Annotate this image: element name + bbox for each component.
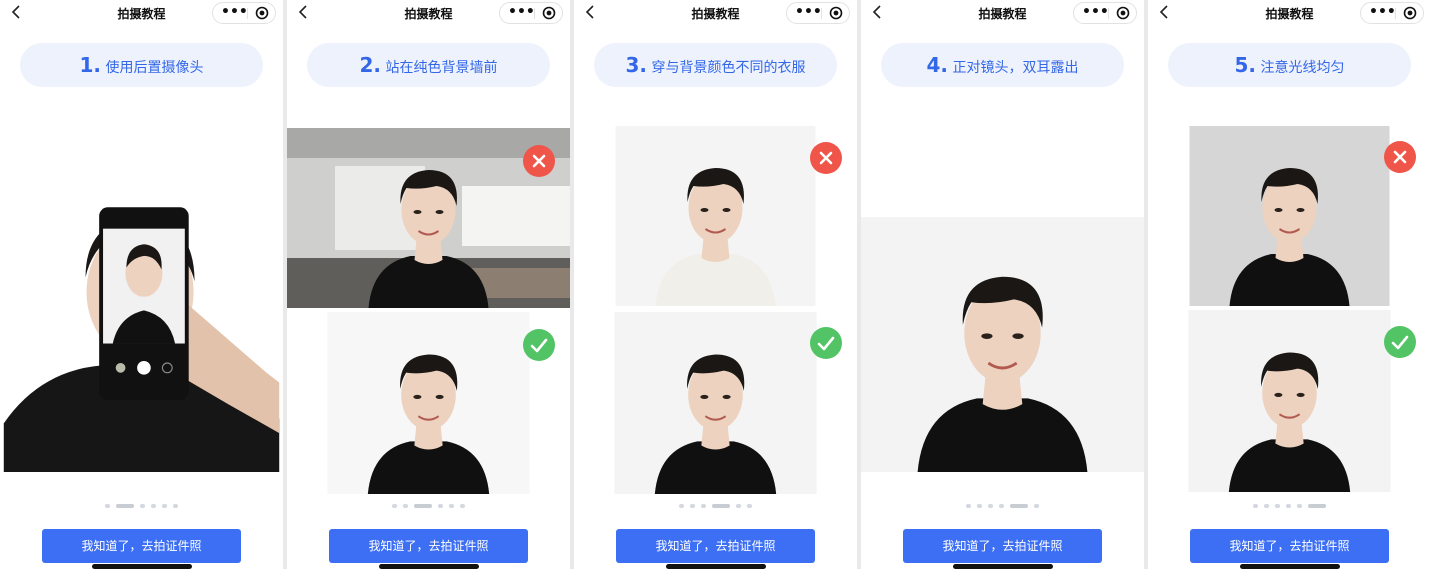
indicator-dot [116, 504, 134, 508]
indicator-dot [736, 504, 741, 508]
home-indicator [953, 564, 1053, 569]
cross-icon [1384, 141, 1416, 173]
more-button[interactable]: ••• [795, 3, 822, 23]
indicator-dot [414, 504, 432, 508]
indicator-dot [747, 504, 752, 508]
page-indicator [287, 504, 570, 512]
page-indicator [861, 504, 1144, 512]
confirm-button[interactable]: 我知道了，去拍证件照 [616, 529, 815, 563]
tutorial-step-4: 拍摄教程 ••• 4. 正对镜头，双耳露出 我知道了，去拍证件照 [861, 0, 1144, 569]
indicator-dot [105, 504, 110, 508]
home-indicator [1240, 564, 1340, 569]
indicator-dot [966, 504, 971, 508]
tutorial-step-1: 拍摄教程 ••• 1. 使用后置摄像头 我知道了，去拍证件照 [0, 0, 283, 569]
indicator-dot [1275, 504, 1280, 508]
indicator-dot [151, 504, 156, 508]
indicator-dot [403, 504, 408, 508]
indicator-dot [690, 504, 695, 508]
step-number: 5. [1234, 53, 1257, 77]
record-icon[interactable] [542, 6, 556, 20]
confirm-button[interactable]: 我知道了，去拍证件照 [903, 529, 1102, 563]
navigation-bar: 拍摄教程 ••• [0, 0, 283, 26]
home-indicator [379, 564, 479, 569]
divider [534, 8, 535, 19]
step-text: 注意光线均匀 [1260, 60, 1345, 76]
check-icon [1384, 326, 1416, 358]
page-indicator [574, 504, 857, 512]
step-text: 使用后置摄像头 [105, 60, 204, 76]
divider [1395, 8, 1396, 19]
home-indicator [666, 564, 766, 569]
step-text: 站在纯色背景墙前 [385, 60, 498, 76]
indicator-dot [1010, 504, 1028, 508]
tutorial-step-5: 拍摄教程 ••• 5. 注意光线均匀 我知道了，去拍证件照 [1148, 0, 1431, 569]
indicator-dot [140, 504, 145, 508]
divider [821, 8, 822, 19]
indicator-dot [162, 504, 167, 508]
confirm-button[interactable]: 我知道了，去拍证件照 [42, 529, 241, 563]
indicator-dot [679, 504, 684, 508]
example-photo [861, 148, 1144, 472]
more-button[interactable]: ••• [1082, 3, 1109, 23]
record-icon[interactable] [1403, 6, 1417, 20]
indicator-dot [173, 504, 178, 508]
step-number: 3. [625, 53, 648, 77]
check-icon [523, 329, 555, 361]
miniapp-capsule: ••• [786, 2, 850, 24]
miniapp-capsule: ••• [1360, 2, 1424, 24]
tutorial-step-2: 拍摄教程 ••• 2. 站在纯色背景墙前 我知道了，去拍证件照 [287, 0, 570, 569]
indicator-dot [1034, 504, 1039, 508]
indicator-dot [999, 504, 1004, 508]
step-text: 正对镜头，双耳露出 [952, 60, 1079, 76]
step-number: 1. [79, 53, 102, 77]
miniapp-capsule: ••• [499, 2, 563, 24]
step-heading: 4. 正对镜头，双耳露出 [881, 43, 1124, 87]
record-icon[interactable] [829, 6, 843, 20]
record-icon[interactable] [1116, 6, 1130, 20]
step-heading: 5. 注意光线均匀 [1168, 43, 1411, 87]
indicator-dot [392, 504, 397, 508]
page-indicator [0, 504, 283, 512]
step-number: 2. [359, 53, 382, 77]
step-heading: 3. 穿与背景颜色不同的衣服 [594, 43, 837, 87]
navigation-bar: 拍摄教程 ••• [1148, 0, 1431, 26]
indicator-dot [438, 504, 443, 508]
step-text: 穿与背景颜色不同的衣服 [651, 60, 806, 76]
more-button[interactable]: ••• [1369, 3, 1396, 23]
step-number: 4. [926, 53, 949, 77]
indicator-dot [712, 504, 730, 508]
indicator-dot [1253, 504, 1258, 508]
cross-icon [523, 145, 555, 177]
record-icon[interactable] [255, 6, 269, 20]
confirm-button[interactable]: 我知道了，去拍证件照 [329, 529, 528, 563]
cross-icon [810, 142, 842, 174]
navigation-bar: 拍摄教程 ••• [861, 0, 1144, 26]
navigation-bar: 拍摄教程 ••• [287, 0, 570, 26]
miniapp-capsule: ••• [212, 2, 276, 24]
miniapp-capsule: ••• [1073, 2, 1137, 24]
page-indicator [1148, 504, 1431, 512]
indicator-dot [1297, 504, 1302, 508]
indicator-dot [988, 504, 993, 508]
indicator-dot [1264, 504, 1269, 508]
example-photo [0, 180, 283, 472]
indicator-dot [1308, 504, 1326, 508]
navigation-bar: 拍摄教程 ••• [574, 0, 857, 26]
indicator-dot [701, 504, 706, 508]
step-heading: 1. 使用后置摄像头 [20, 43, 263, 87]
check-icon [810, 327, 842, 359]
indicator-dot [977, 504, 982, 508]
tutorial-step-3: 拍摄教程 ••• 3. 穿与背景颜色不同的衣服 我知道了，去拍证件照 [574, 0, 857, 569]
more-button[interactable]: ••• [221, 3, 248, 23]
divider [1108, 8, 1109, 19]
home-indicator [92, 564, 192, 569]
more-button[interactable]: ••• [508, 3, 535, 23]
step-heading: 2. 站在纯色背景墙前 [307, 43, 550, 87]
indicator-dot [460, 504, 465, 508]
indicator-dot [449, 504, 454, 508]
tutorial-screens: 拍摄教程 ••• 1. 使用后置摄像头 我知道了，去拍证件照 拍摄教程 ••• 2. 站在… [0, 0, 1431, 569]
confirm-button[interactable]: 我知道了，去拍证件照 [1190, 529, 1389, 563]
divider [247, 8, 248, 19]
indicator-dot [1286, 504, 1291, 508]
